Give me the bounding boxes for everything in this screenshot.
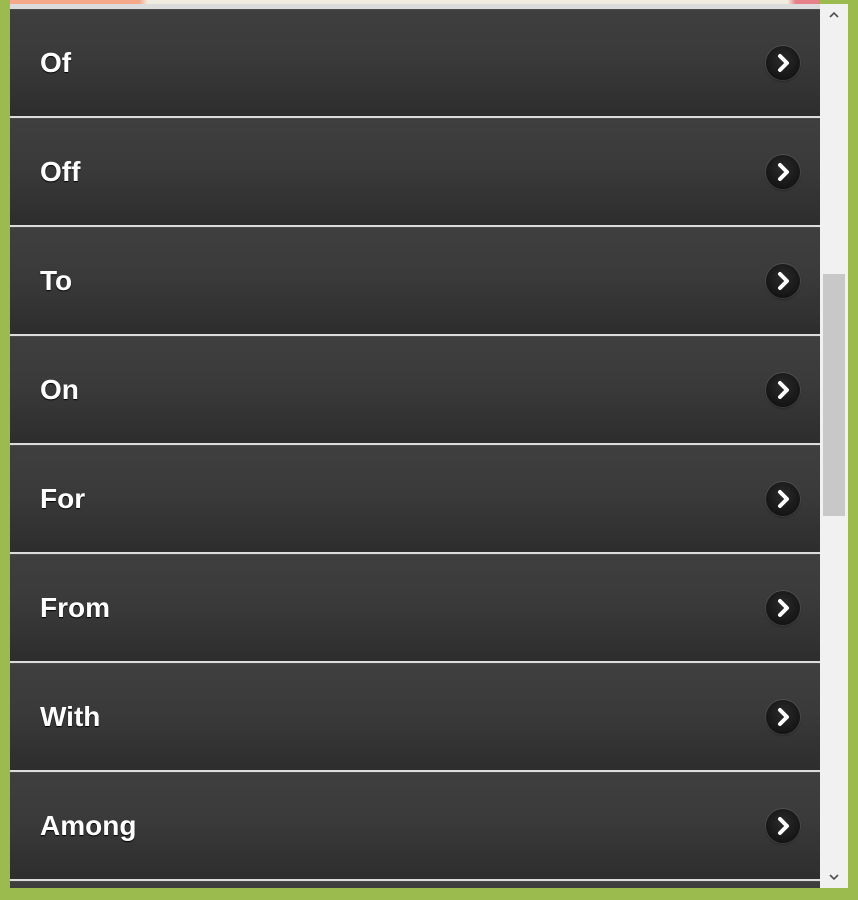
list-item-label: On (40, 374, 79, 405)
list-item-label: Of (40, 47, 72, 78)
list-item-label: With (40, 701, 101, 732)
list-item-for[interactable]: For (10, 445, 820, 552)
chevron-right-circle-icon (766, 591, 800, 625)
window-frame-right (848, 0, 858, 900)
list-item-label: For (40, 483, 86, 514)
list-item-of[interactable]: Of (10, 9, 820, 116)
chevron-right-circle-icon (766, 700, 800, 734)
preposition-list: Of Off To On For From With Among (10, 9, 820, 888)
list-item-label: From (40, 592, 110, 623)
window-frame-bottom (0, 888, 858, 900)
scroll-thumb[interactable] (823, 274, 845, 516)
list-item-label: Off (40, 156, 81, 187)
list-item-with[interactable]: With (10, 663, 820, 770)
chevron-right-circle-icon (766, 155, 800, 189)
scroll-down-arrow-icon[interactable] (820, 866, 848, 888)
list-item-to[interactable]: To (10, 227, 820, 334)
scroll-up-arrow-icon[interactable] (820, 4, 848, 26)
list-item-off[interactable]: Off (10, 118, 820, 225)
list-item-from[interactable]: From (10, 554, 820, 661)
list-viewport: Of Off To On For From With Among (10, 4, 820, 888)
list-item-among[interactable]: Among (10, 772, 820, 879)
chevron-right-circle-icon (766, 46, 800, 80)
chevron-right-circle-icon (766, 482, 800, 516)
list-item-label: Among (40, 810, 137, 841)
chevron-right-circle-icon (766, 809, 800, 843)
list-item-label: To (40, 265, 73, 296)
list-item-on[interactable]: On (10, 336, 820, 443)
vertical-scrollbar[interactable] (820, 4, 848, 888)
chevron-right-circle-icon (766, 264, 800, 298)
chevron-right-circle-icon (766, 373, 800, 407)
list-item-partial[interactable] (10, 881, 820, 888)
